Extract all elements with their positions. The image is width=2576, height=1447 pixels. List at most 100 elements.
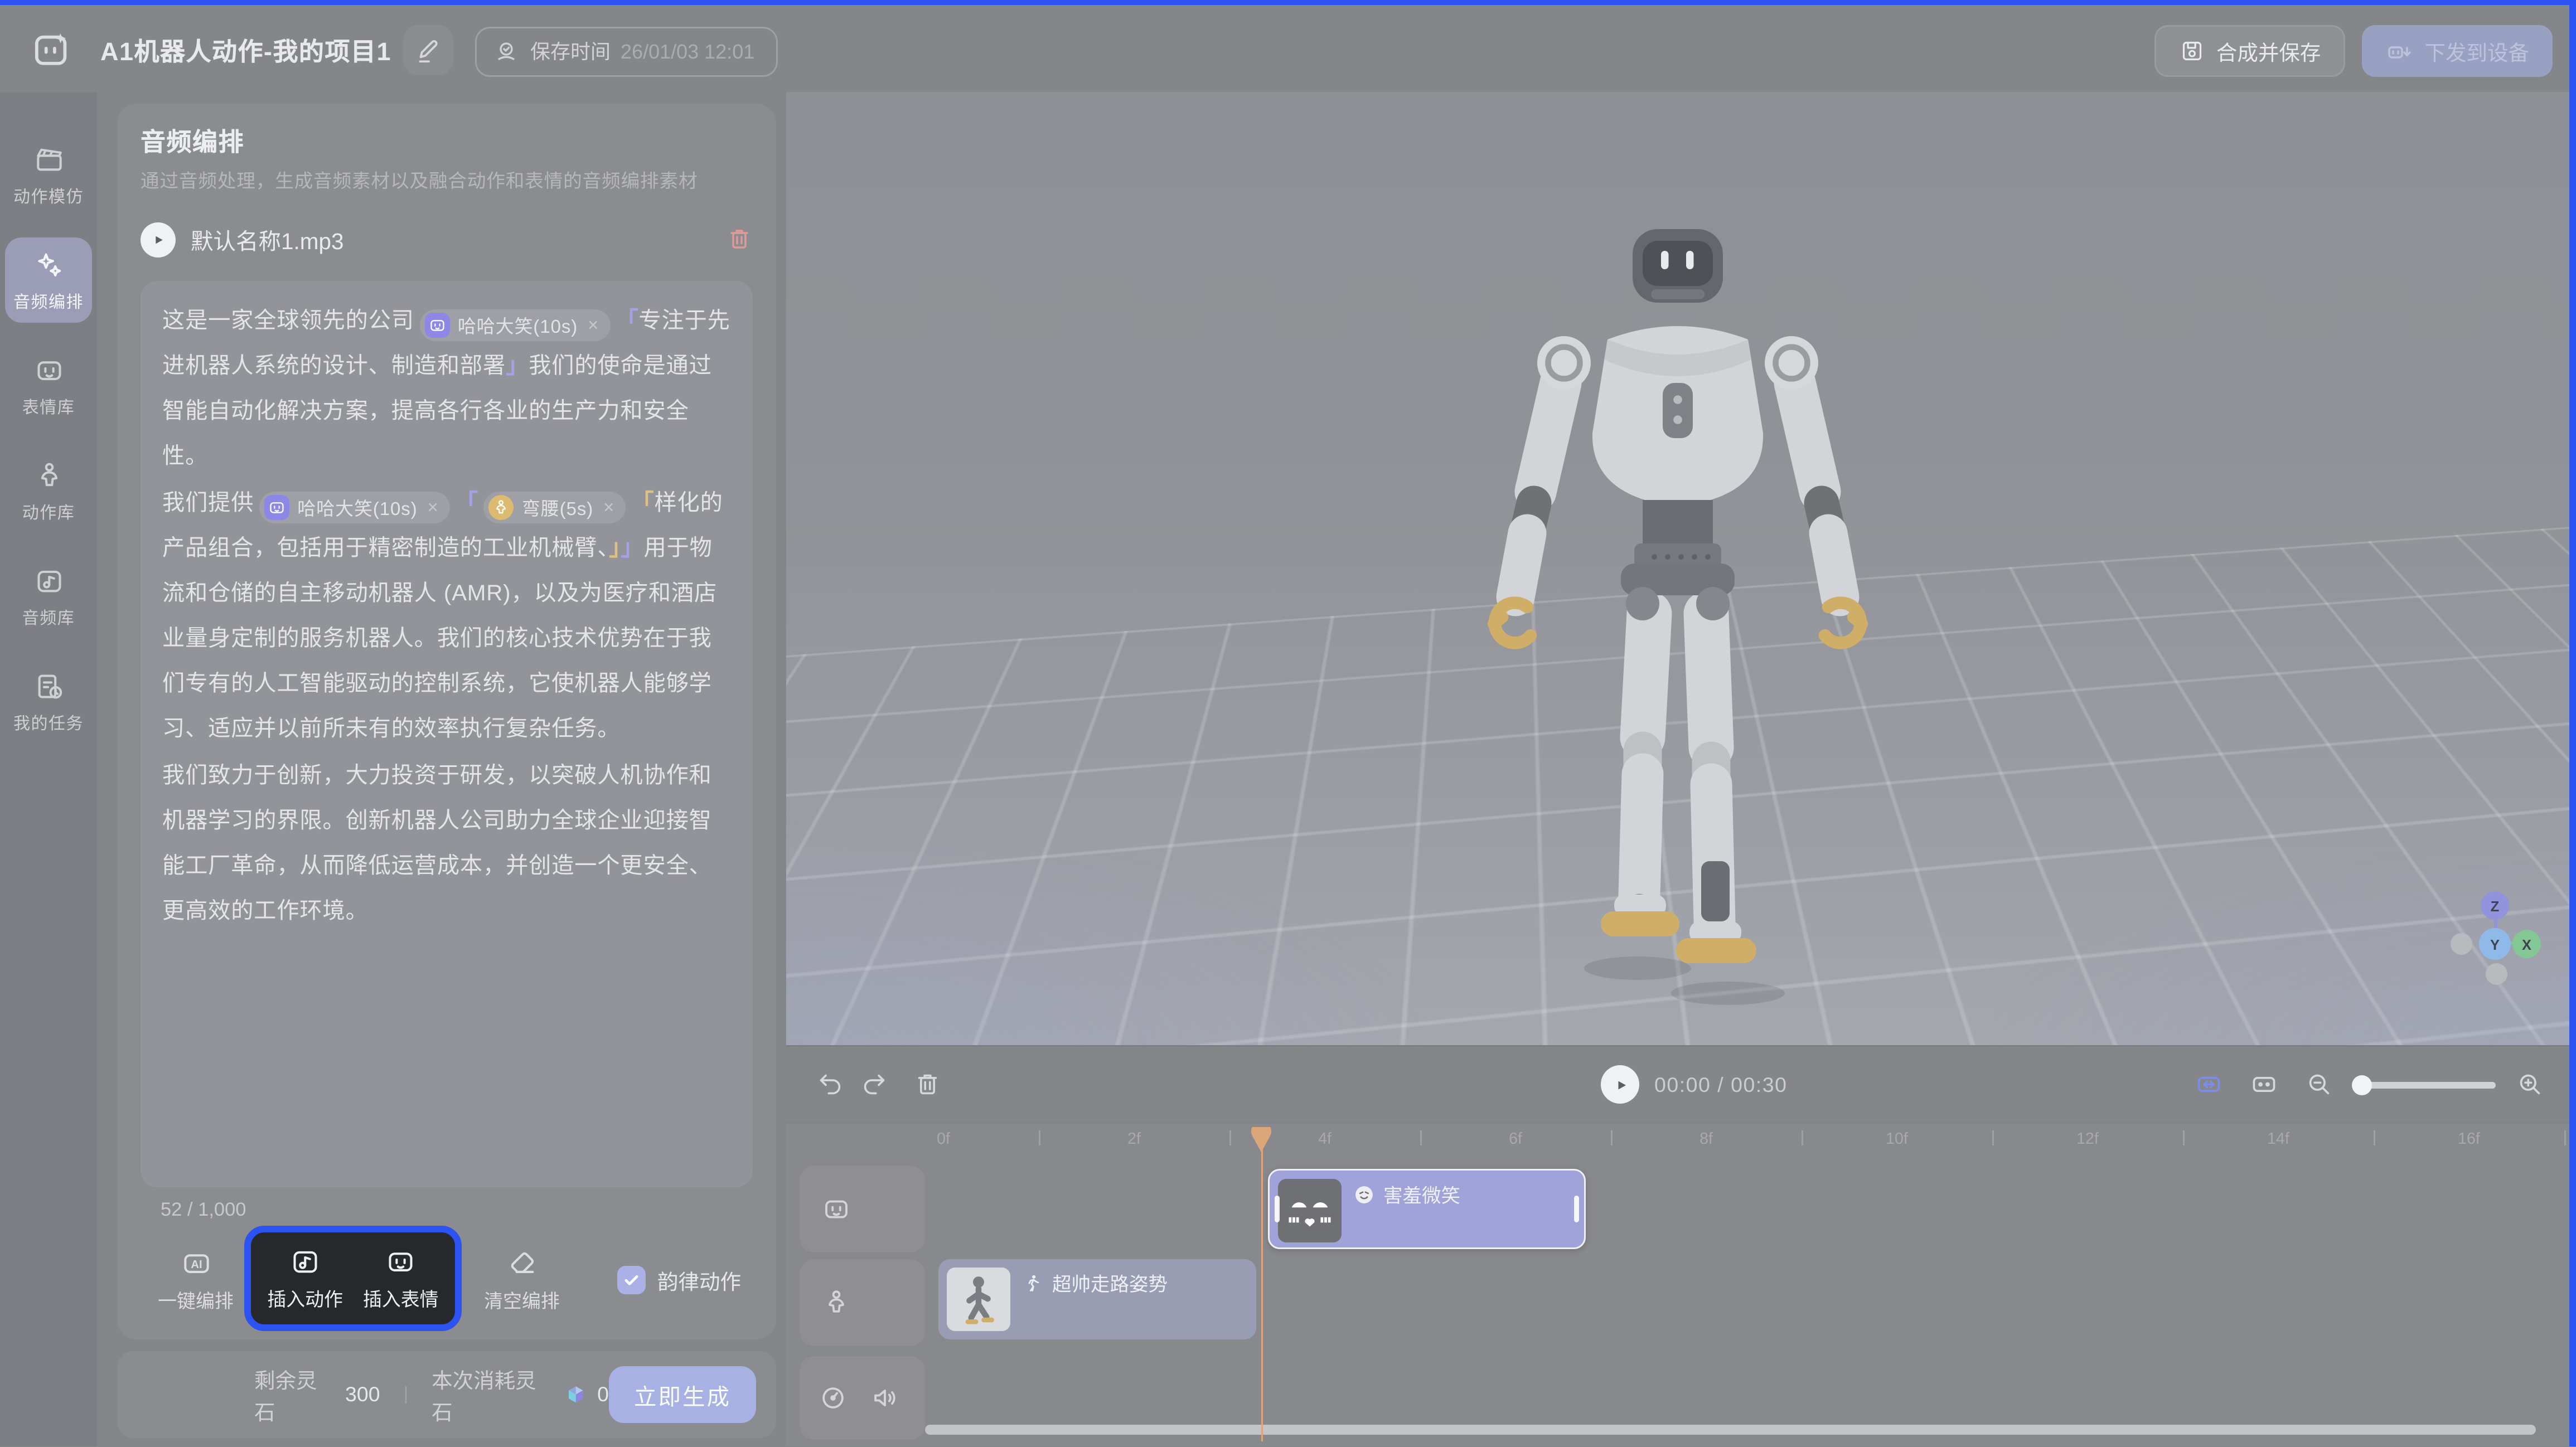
save-stamp-icon: [493, 38, 520, 65]
delete-clip-icon[interactable]: [913, 1071, 942, 1099]
insert-action-label: 插入动作: [267, 1285, 343, 1312]
playhead-pin[interactable]: [1250, 1128, 1273, 1153]
expression-track-icon: [821, 1194, 851, 1225]
rhythm-motion-toggle[interactable]: 韵律动作: [617, 1264, 741, 1296]
sidebar-item-expression-lib[interactable]: 表情库: [5, 343, 92, 429]
gem-icon: [563, 1382, 588, 1407]
person-star-icon: [488, 495, 514, 520]
top-bar: A1机器人动作-我的项目1 保存时间 26/01/03 12:01 合成并保存 …: [0, 6, 2576, 93]
audio-file-row: 默认名称1.mp3: [141, 217, 753, 261]
generate-now-button[interactable]: 立即生成: [609, 1366, 756, 1423]
ruler-label: 12f: [2076, 1131, 2099, 1149]
redo-icon[interactable]: [860, 1071, 888, 1099]
remaining-gems-value: 300: [345, 1383, 380, 1406]
ruler-tick: [1039, 1131, 1040, 1146]
audio-arrange-panel: 音频编排 通过音频处理，生成音频素材以及融合动作和表情的音频编排素材 默认名称1…: [117, 104, 776, 1339]
one-click-arrange-label: 一键编排: [158, 1288, 234, 1314]
viewport-3d[interactable]: Z Y X: [786, 93, 2569, 1046]
delete-audio-icon[interactable]: [726, 226, 753, 253]
ruler-label: 4f: [1318, 1131, 1331, 1149]
one-click-arrange-button[interactable]: AI 一键编排: [147, 1247, 244, 1314]
expression-clip-title: 害羞微笑: [1342, 1171, 1460, 1248]
action-clip[interactable]: 超帅走路姿势: [938, 1260, 1256, 1340]
annotation-border-top: [0, 0, 2576, 6]
clear-arrange-button[interactable]: 清空编排: [475, 1247, 569, 1314]
sidebar-item-motion-mimic[interactable]: 动作模仿: [5, 133, 92, 218]
sidebar-item-label: 动作模仿: [13, 183, 84, 208]
task-list-icon: [33, 671, 65, 703]
audio-track-header: [800, 1357, 925, 1440]
playhead-line[interactable]: [1261, 1148, 1263, 1442]
project-title: A1机器人动作-我的项目1: [100, 34, 391, 69]
remaining-gems-label: 剩余灵石: [254, 1363, 335, 1426]
eraser-icon: [506, 1247, 538, 1279]
expression-bracket: 」: [506, 353, 529, 378]
rhythm-checkbox[interactable]: [617, 1266, 646, 1294]
ruler-label: 10f: [1886, 1131, 1908, 1149]
robot-download-icon: [2386, 38, 2413, 65]
undo-icon[interactable]: [816, 1071, 845, 1099]
expression-clip-thumbnail: [1278, 1179, 1342, 1243]
clip-left-handle[interactable]: [1275, 1196, 1280, 1223]
panel-subtitle: 通过音频处理，生成音频素材以及融合动作和表情的音频编排素材: [141, 167, 698, 194]
auto-scroll-icon[interactable]: [2195, 1071, 2223, 1099]
tag-close-icon[interactable]: ×: [602, 498, 614, 518]
insert-expression-button[interactable]: 插入表情: [363, 1245, 439, 1312]
horizontal-scrollbar[interactable]: [925, 1425, 2536, 1435]
tag-close-icon[interactable]: ×: [586, 315, 599, 336]
sidebar-item-label: 音频编排: [13, 288, 84, 313]
ai-icon: AI: [180, 1247, 212, 1279]
insert-expression-label: 插入表情: [363, 1285, 439, 1312]
robot-model[interactable]: [1477, 186, 1878, 1022]
smiley-icon: [1353, 1184, 1375, 1206]
left-sidebar: 动作模仿 音频编排 表情库 动作库 音频库 我的任务: [0, 93, 97, 1447]
expression-tag[interactable]: 哈哈大笑(10s) ×: [419, 309, 611, 341]
script-editor[interactable]: 这是一家全球领先的公司 哈哈大笑(10s) ×「专注于先进机器人系统的设计、制造…: [141, 281, 753, 1187]
robot-face-icon: [264, 495, 289, 520]
rename-project-button[interactable]: [403, 26, 453, 76]
speaker-icon[interactable]: [870, 1383, 900, 1414]
ruler-tick: [1611, 1131, 1613, 1146]
editor-text: 我们致力于创新，大力投资于研发，以突破人机协作和机器学习的界限。创新机器人公司助…: [162, 763, 712, 923]
insert-action-icon: [289, 1245, 321, 1277]
timeline-zoom-slider[interactable]: [2355, 1082, 2496, 1089]
action-track-header: [800, 1260, 925, 1347]
tag-label: 哈哈大笑(10s): [297, 494, 417, 521]
tag-close-icon[interactable]: ×: [426, 498, 439, 518]
audio-play-button[interactable]: [141, 222, 176, 257]
expression-tag[interactable]: 哈哈大笑(10s) ×: [259, 492, 451, 523]
save-time-label: 保存时间: [530, 37, 611, 66]
timeline-play-button[interactable]: [1601, 1066, 1639, 1104]
dial-icon[interactable]: [818, 1383, 848, 1414]
sidebar-item-action-lib[interactable]: 动作库: [5, 449, 92, 534]
action-clip-title: 超帅走路姿势: [1010, 1260, 1168, 1340]
panel-title: 音频编排: [141, 124, 244, 159]
divider: |: [404, 1385, 409, 1405]
action-tag[interactable]: 弯腰(5s) ×: [483, 492, 626, 523]
cost-label: 本次消耗灵石: [432, 1363, 553, 1426]
ruler-tick: [2183, 1131, 2185, 1146]
deploy-to-device-button[interactable]: 下发到设备: [2362, 26, 2553, 77]
expression-bracket: 「: [616, 308, 638, 333]
editor-paragraph: 我们致力于创新，大力投资于研发，以突破人机协作和机器学习的界限。创新机器人公司助…: [162, 752, 731, 933]
clip-right-handle[interactable]: [1574, 1196, 1579, 1223]
ruler-label: 8f: [1699, 1131, 1713, 1149]
cost-value: 0: [597, 1383, 609, 1406]
sidebar-item-label: 音频库: [22, 604, 75, 629]
expression-clip[interactable]: 害羞微笑: [1268, 1169, 1586, 1250]
synthesize-save-button[interactable]: 合成并保存: [2154, 26, 2346, 77]
annotation-highlight-box: 插入动作 插入表情: [244, 1226, 462, 1331]
sidebar-item-my-tasks[interactable]: 我的任务: [5, 659, 92, 745]
sidebar-item-audio-arrange[interactable]: 音频编排: [5, 238, 92, 323]
insert-action-button[interactable]: 插入动作: [267, 1245, 343, 1312]
sidebar-item-audio-lib[interactable]: 音频库: [5, 554, 92, 639]
sparkles-icon: [33, 250, 65, 281]
zoom-out-icon[interactable]: [2305, 1071, 2333, 1099]
zoom-in-icon[interactable]: [2516, 1071, 2544, 1099]
timeline-zoom-knob[interactable]: [2352, 1076, 2372, 1096]
ruler-label: 2f: [1127, 1131, 1141, 1149]
ruler-tick: [1229, 1131, 1231, 1146]
floppy-icon: [2180, 39, 2205, 64]
fit-width-icon[interactable]: [2250, 1071, 2278, 1099]
time-display: 00:00 / 00:30: [1654, 1074, 1787, 1098]
